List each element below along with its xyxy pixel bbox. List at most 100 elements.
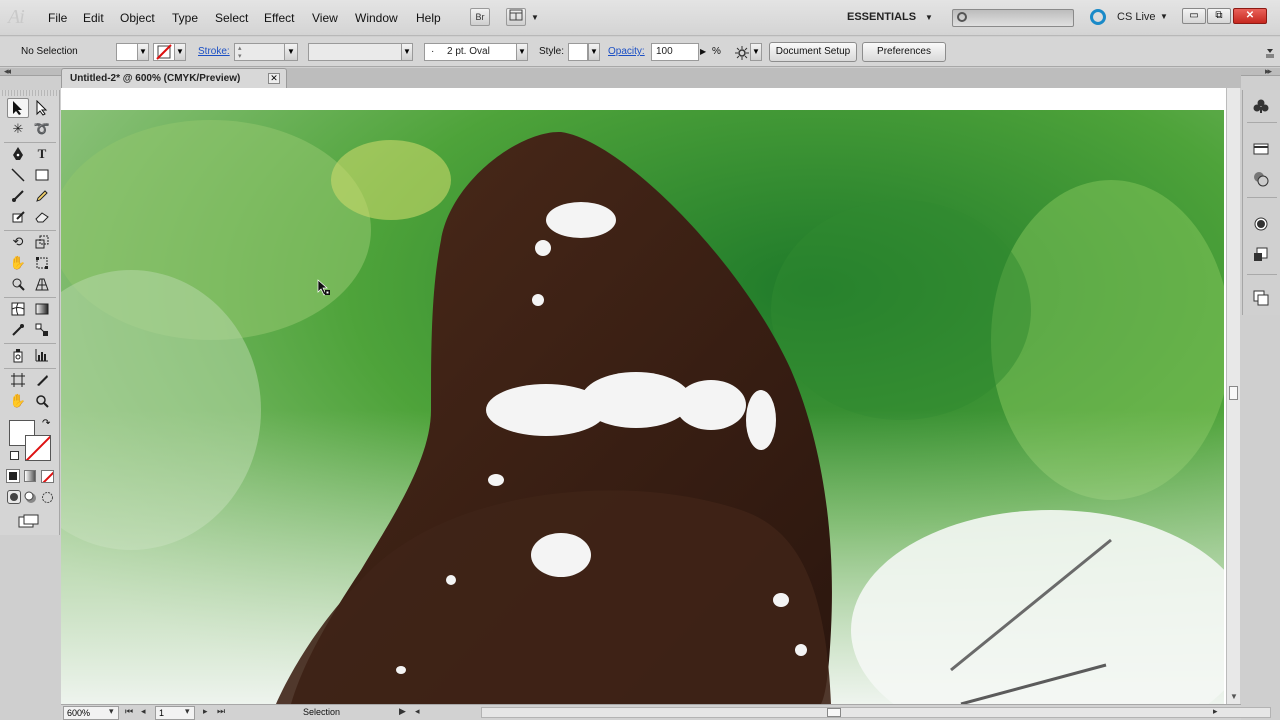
- swap-colors-icon[interactable]: ↷: [42, 418, 50, 429]
- menu-view[interactable]: View: [312, 11, 338, 25]
- gradient-tool[interactable]: [31, 299, 53, 319]
- close-tab-button[interactable]: ✕: [268, 73, 280, 84]
- butterfly-artwork[interactable]: [61, 110, 1224, 704]
- arrange-documents-button[interactable]: [506, 8, 526, 26]
- direct-selection-tool[interactable]: [31, 98, 53, 118]
- horizontal-scrollbar[interactable]: [481, 707, 1271, 718]
- scroll-left-icon[interactable]: ◂: [415, 706, 420, 717]
- fill-dropdown[interactable]: ▼: [137, 43, 149, 61]
- appearance-panel-icon[interactable]: [1251, 214, 1271, 234]
- chevron-down-icon[interactable]: ▼: [531, 13, 539, 22]
- draw-inside-button[interactable]: [41, 491, 54, 504]
- stroke-label[interactable]: Stroke:: [198, 46, 230, 57]
- opacity-arrow-icon[interactable]: ▶: [700, 47, 706, 56]
- menu-effect[interactable]: Effect: [264, 11, 294, 25]
- stroke-color-swatch[interactable]: [25, 435, 51, 461]
- next-artboard-button[interactable]: ▸: [203, 706, 208, 717]
- menu-select[interactable]: Select: [215, 11, 248, 25]
- none-mode-button[interactable]: [41, 470, 54, 483]
- document-tab[interactable]: Untitled-2* @ 600% (CMYK/Preview) ✕: [61, 68, 287, 88]
- fill-color-field[interactable]: [116, 43, 138, 61]
- close-button[interactable]: ✕: [1233, 8, 1267, 24]
- blend-tool[interactable]: [31, 320, 53, 340]
- previous-artboard-button[interactable]: ◂: [141, 706, 146, 717]
- chevron-down-icon[interactable]: ▾: [185, 706, 190, 717]
- stroke-panel-icon[interactable]: [1251, 139, 1271, 159]
- line-tool[interactable]: [7, 165, 29, 185]
- default-colors-icon[interactable]: [10, 451, 19, 460]
- gradient-mode-button[interactable]: [24, 470, 36, 482]
- style-dropdown[interactable]: ▼: [588, 43, 600, 61]
- scroll-right-icon[interactable]: ▸: [1213, 706, 1218, 717]
- brush-dropdown[interactable]: ▼: [516, 43, 528, 61]
- menu-object[interactable]: Object: [120, 11, 155, 25]
- vertical-scrollbar[interactable]: ▼: [1226, 88, 1240, 704]
- bridge-button[interactable]: Br: [470, 8, 490, 26]
- stroke-color-field[interactable]: [153, 43, 175, 61]
- workspace-switcher[interactable]: ESSENTIALS: [847, 11, 916, 23]
- restore-button[interactable]: ⧉: [1207, 8, 1231, 24]
- artboard-tool[interactable]: [7, 370, 29, 390]
- style-swatch[interactable]: [568, 43, 588, 61]
- perspective-grid-tool[interactable]: [31, 274, 53, 294]
- menu-type[interactable]: Type: [172, 11, 198, 25]
- last-artboard-button[interactable]: ⏭: [217, 706, 225, 717]
- menu-file[interactable]: File: [48, 11, 67, 25]
- chevron-down-icon[interactable]: ▼: [1160, 12, 1168, 21]
- variable-width-field[interactable]: [308, 43, 402, 61]
- mesh-tool[interactable]: [7, 299, 29, 319]
- transparency-panel-icon[interactable]: [1251, 169, 1271, 189]
- stroke-weight-field[interactable]: ▴ ▾: [234, 43, 286, 61]
- screen-mode-button[interactable]: [18, 514, 40, 528]
- hand-tool[interactable]: ✋: [7, 391, 29, 411]
- eraser-tool[interactable]: [31, 207, 53, 227]
- type-tool[interactable]: T: [31, 144, 53, 164]
- status-menu-arrow-icon[interactable]: ▶: [399, 706, 406, 717]
- free-transform-tool[interactable]: [31, 253, 53, 273]
- lasso-tool[interactable]: ➰: [31, 119, 53, 139]
- vertical-scroll-thumb[interactable]: [1229, 386, 1238, 400]
- selection-tool[interactable]: [7, 98, 29, 118]
- blob-brush-tool[interactable]: [7, 207, 29, 227]
- cslive-icon[interactable]: [1090, 9, 1106, 25]
- opacity-label[interactable]: Opacity:: [608, 46, 645, 57]
- pencil-tool[interactable]: [31, 186, 53, 206]
- scale-tool[interactable]: [31, 232, 53, 252]
- chevron-down-icon[interactable]: ▾: [109, 706, 114, 717]
- draw-behind-button[interactable]: [24, 491, 37, 504]
- preferences-button[interactable]: Preferences: [862, 42, 946, 62]
- align-icon[interactable]: [734, 45, 750, 61]
- shape-builder-tool[interactable]: [7, 274, 29, 294]
- color-panel-icon[interactable]: [1251, 96, 1271, 116]
- brush-field[interactable]: · 2 pt. Oval: [424, 43, 517, 61]
- panel-grip[interactable]: [2, 90, 58, 96]
- search-input[interactable]: [952, 9, 1074, 27]
- symbol-sprayer-tool[interactable]: [7, 345, 29, 365]
- stroke-color-dropdown[interactable]: ▼: [174, 43, 186, 61]
- draw-normal-button[interactable]: [7, 490, 21, 504]
- pen-tool[interactable]: [7, 144, 29, 164]
- menu-edit[interactable]: Edit: [83, 11, 104, 25]
- color-mode-button[interactable]: [6, 469, 20, 483]
- rectangle-tool[interactable]: [31, 165, 53, 185]
- align-dropdown[interactable]: ▼: [750, 43, 762, 61]
- menu-help[interactable]: Help: [416, 11, 441, 25]
- layers-panel-icon[interactable]: [1251, 288, 1271, 308]
- horizontal-scroll-thumb[interactable]: [827, 708, 841, 717]
- chevron-down-icon[interactable]: ▼: [925, 13, 933, 22]
- cslive-menu[interactable]: CS Live: [1117, 11, 1156, 23]
- rotate-tool[interactable]: ⟲: [7, 232, 29, 252]
- variable-width-dropdown[interactable]: ▼: [401, 43, 413, 61]
- collapse-right-icon[interactable]: ▸▸: [1265, 66, 1272, 77]
- canvas-area[interactable]: [61, 88, 1226, 704]
- column-graph-tool[interactable]: [31, 345, 53, 365]
- zoom-tool[interactable]: [31, 391, 53, 411]
- scroll-down-icon[interactable]: ▼: [1230, 692, 1238, 701]
- collapse-left-icon[interactable]: ◂◂: [4, 66, 11, 77]
- control-bar-menu-icon[interactable]: [1264, 41, 1276, 63]
- opacity-field[interactable]: 100: [651, 43, 699, 61]
- magic-wand-tool[interactable]: ✳: [7, 119, 29, 139]
- slice-tool[interactable]: [31, 370, 53, 390]
- paintbrush-tool[interactable]: [7, 186, 29, 206]
- document-setup-button[interactable]: Document Setup: [769, 42, 857, 62]
